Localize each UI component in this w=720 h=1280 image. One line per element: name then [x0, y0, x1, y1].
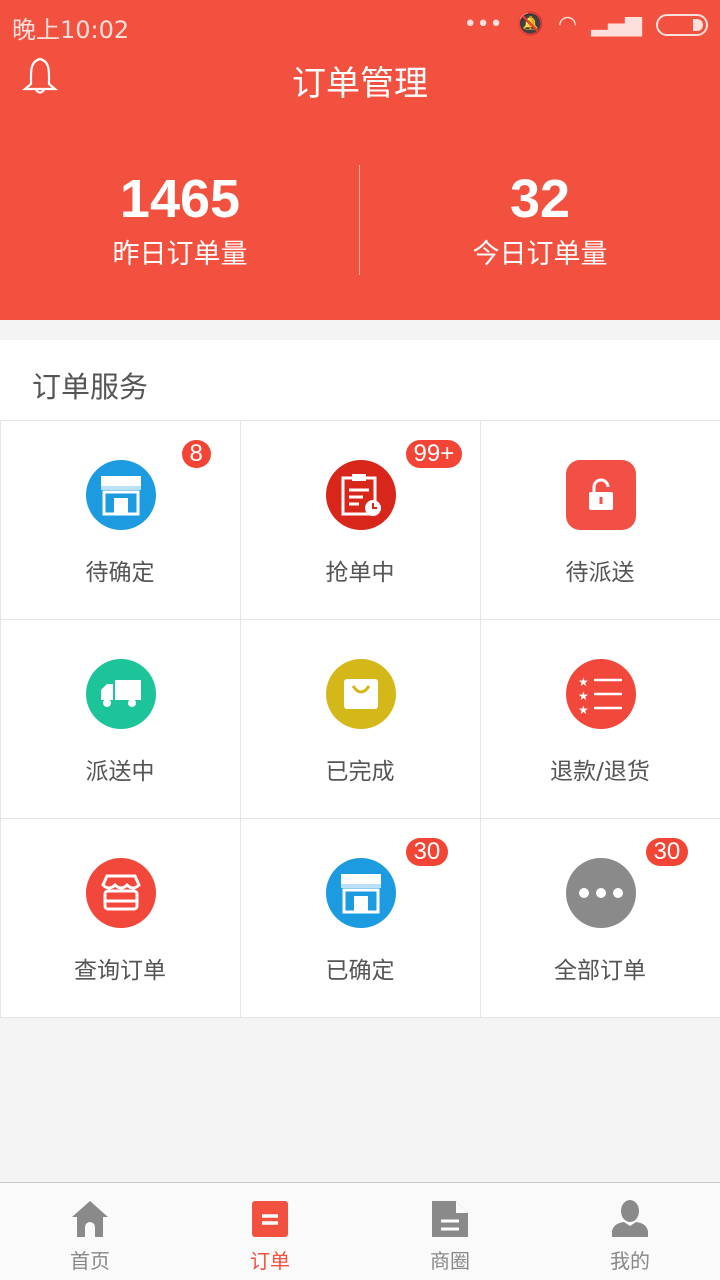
count-badge: 30 — [645, 837, 689, 866]
more-icon — [565, 857, 636, 928]
signal-icon: ▂▄▆ — [591, 12, 642, 37]
stat-yesterday: 1465 昨日订单量 — [0, 168, 360, 271]
tab-document[interactable]: 商圈 — [360, 1183, 540, 1280]
svg-text:★: ★ — [578, 689, 589, 703]
count-badge: 99+ — [405, 439, 463, 468]
tab-label: 订单 — [250, 1249, 290, 1273]
service-item[interactable]: 待派送 — [479, 419, 720, 620]
service-label: 已确定 — [325, 957, 395, 984]
stat-value: 32 — [509, 169, 571, 229]
service-label: 查询订单 — [74, 957, 166, 984]
tab-label: 商圈 — [430, 1249, 470, 1273]
tab-label: 我的 — [610, 1249, 650, 1273]
page-title: 订单管理 — [292, 64, 428, 104]
service-label: 待确定 — [85, 559, 155, 586]
tab-user[interactable]: 我的 — [540, 1183, 720, 1280]
bottom-tab-bar: 首页 订单 商圈 我的 — [0, 1182, 720, 1280]
service-grid: 待确定 8 抢单中 99+ 待派送 派送中 已完成 ★ ★ ★ 退款/退货 查询订单 已确… — [0, 419, 720, 1018]
shop-search-icon — [85, 857, 156, 928]
service-item[interactable]: 派送中 — [0, 618, 241, 819]
unlock-icon — [565, 459, 636, 530]
service-label: 退款/退货 — [550, 758, 650, 785]
clipboard-clock-icon — [325, 459, 396, 530]
service-label: 全部订单 — [554, 957, 646, 984]
user-icon — [540, 1199, 720, 1239]
star-list-icon: ★ ★ ★ — [565, 658, 636, 729]
service-item[interactable]: 待确定 8 — [0, 419, 241, 620]
section-title: 订单服务 — [0, 340, 720, 420]
truck-icon — [85, 658, 156, 729]
service-label: 待派送 — [565, 559, 635, 586]
more-dots-icon: ••• — [463, 12, 503, 37]
wifi-icon: ◠ — [558, 12, 578, 37]
count-badge: 30 — [405, 837, 449, 866]
status-time: 晚上10:02 — [12, 16, 130, 44]
service-item[interactable]: 查询订单 — [0, 817, 241, 1018]
service-item[interactable]: 已确定 30 — [239, 817, 481, 1018]
service-label: 派送中 — [85, 758, 155, 785]
service-item[interactable]: ★ ★ ★ 退款/退货 — [479, 618, 720, 819]
tab-order[interactable]: 订单 — [180, 1183, 360, 1280]
stat-value: 1465 — [119, 169, 241, 229]
stat-label: 今日订单量 — [472, 239, 608, 270]
service-label: 抢单中 — [325, 559, 395, 586]
order-icon — [180, 1199, 360, 1239]
service-item[interactable]: 已完成 — [239, 618, 481, 819]
stat-label: 昨日订单量 — [112, 239, 248, 270]
document-icon — [360, 1199, 540, 1239]
battery-icon — [656, 13, 708, 36]
stat-today: 32 今日订单量 — [360, 168, 720, 271]
tab-label: 首页 — [70, 1249, 110, 1273]
service-item[interactable]: 抢单中 99+ — [239, 419, 481, 620]
home-icon — [0, 1199, 180, 1239]
tab-home[interactable]: 首页 — [0, 1183, 180, 1280]
bag-icon — [325, 658, 396, 729]
svg-text:★: ★ — [578, 675, 589, 689]
header: 晚上10:02 ••• 🔕 ◠ ▂▄▆ 订单管理 1465 昨日订单量 32 今… — [0, 0, 720, 320]
store-icon — [325, 857, 396, 928]
svg-text:★: ★ — [578, 703, 589, 714]
mute-icon: 🔕 — [516, 12, 545, 37]
service-item[interactable]: 全部订单 30 — [479, 817, 720, 1018]
service-label: 已完成 — [325, 758, 395, 785]
store-icon — [85, 459, 156, 530]
count-badge: 8 — [181, 439, 211, 468]
status-icons: ••• 🔕 ◠ ▂▄▆ — [464, 12, 708, 37]
